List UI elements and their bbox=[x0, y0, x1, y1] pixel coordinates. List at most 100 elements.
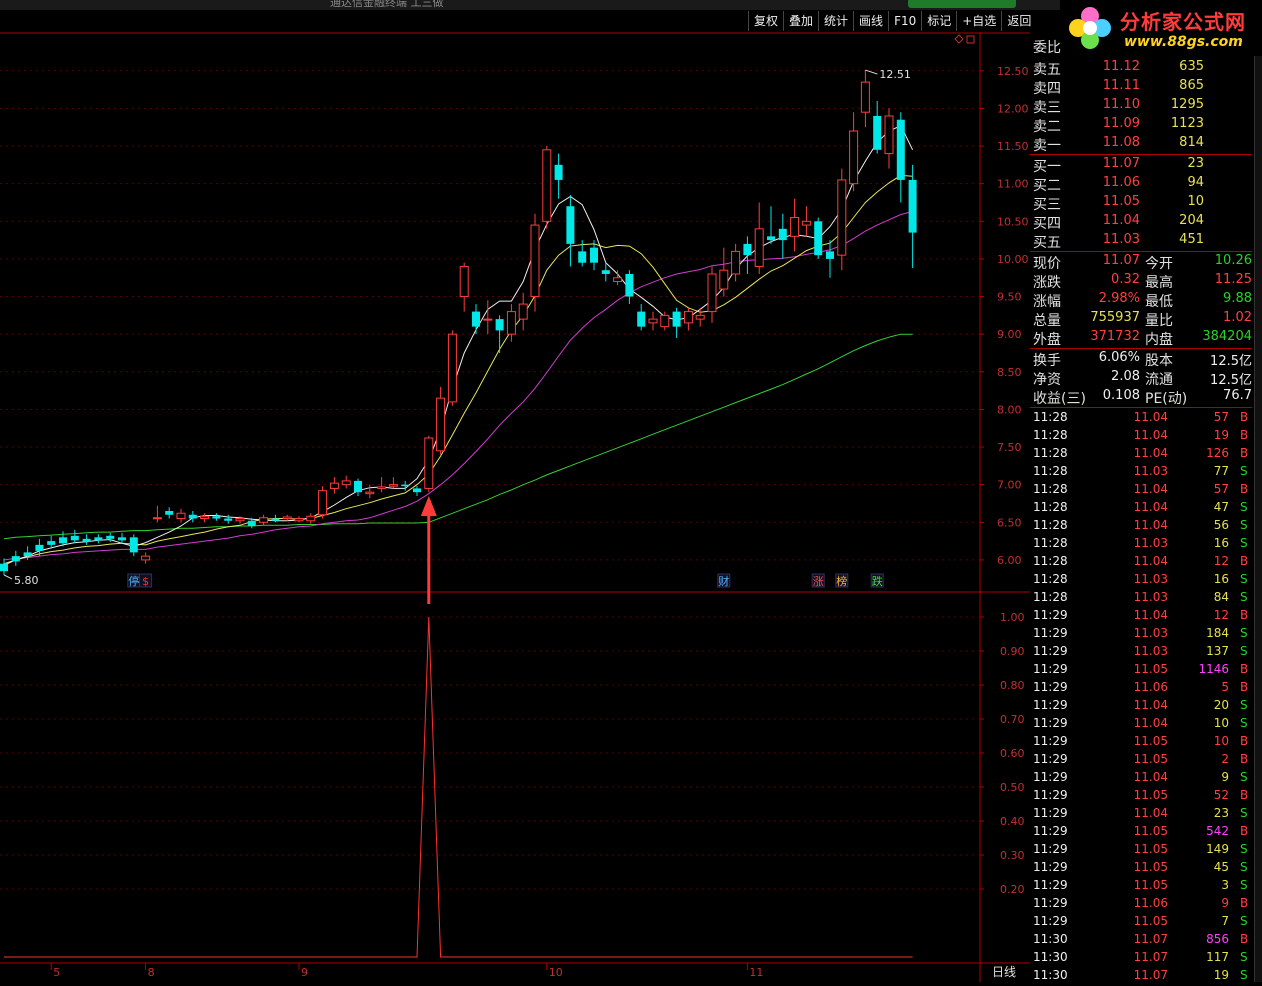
tick-time: 11:28 bbox=[1033, 500, 1068, 514]
candle-body bbox=[129, 537, 138, 553]
tick-time: 11:29 bbox=[1033, 914, 1068, 928]
tick-side: S bbox=[1240, 716, 1248, 730]
candle-body bbox=[896, 119, 905, 180]
tick-volume: 12 bbox=[1213, 554, 1229, 568]
tick-volume: 16 bbox=[1213, 536, 1229, 550]
candle-body bbox=[224, 518, 233, 521]
tick-side: B bbox=[1240, 680, 1249, 694]
tick-volume: 117 bbox=[1206, 950, 1229, 964]
tick-volume: 126 bbox=[1206, 446, 1229, 460]
tick-side: S bbox=[1240, 464, 1248, 478]
price-tick-label: 11.50 bbox=[997, 140, 1029, 153]
finance-value: 12.5亿 bbox=[1210, 354, 1252, 369]
sell-level-price: 11.10 bbox=[1102, 97, 1140, 112]
candle-body bbox=[601, 270, 610, 274]
tick-time: 11:30 bbox=[1033, 950, 1068, 964]
toolbar-zixuan-button[interactable]: +自选 bbox=[956, 11, 1001, 31]
candle-body bbox=[235, 518, 245, 522]
candle-body bbox=[530, 224, 540, 298]
tick-price: 11.05 bbox=[1133, 662, 1168, 676]
price-tick-label: 7.00 bbox=[997, 479, 1022, 492]
panel-scrollbar[interactable] bbox=[1254, 56, 1262, 982]
tick-row: 11:29 11.05 149 S bbox=[1030, 842, 1252, 860]
tick-side: B bbox=[1240, 482, 1249, 496]
sell-level-price: 11.08 bbox=[1102, 135, 1140, 150]
tick-side: B bbox=[1240, 734, 1249, 748]
date-label: 10 bbox=[549, 966, 563, 979]
toolbar-biaoji-button[interactable]: 标记 bbox=[921, 11, 956, 31]
tick-side: B bbox=[1240, 824, 1249, 838]
toolbar-diejia-button[interactable]: 叠加 bbox=[783, 11, 818, 31]
tick-volume: 10 bbox=[1213, 734, 1229, 748]
toolbar-f10-button[interactable]: F10 bbox=[888, 11, 921, 31]
kline-chart[interactable]: 12.50 12.00 11.50 11.00 10.50 10.00 9.50 9.00 8.… bbox=[0, 32, 1030, 982]
tick-time: 11:29 bbox=[1033, 680, 1068, 694]
tick-price: 11.04 bbox=[1133, 428, 1168, 442]
finance-value: 76.7 bbox=[1223, 388, 1252, 403]
tick-volume: 5 bbox=[1221, 680, 1229, 694]
finance-value: 2.08 bbox=[1111, 369, 1140, 384]
quote-row: 现价 11.07 今开 10.26 bbox=[1030, 253, 1252, 272]
buy-level-volume: 10 bbox=[1187, 194, 1204, 209]
tick-side: S bbox=[1240, 500, 1248, 514]
candle-body bbox=[200, 515, 210, 520]
indicator-tick-label: 0.60 bbox=[1000, 747, 1025, 760]
candle-body bbox=[483, 318, 493, 321]
tick-price: 11.05 bbox=[1133, 842, 1168, 856]
candle-body bbox=[707, 273, 717, 313]
tick-price: 11.05 bbox=[1133, 824, 1168, 838]
candle-body bbox=[413, 488, 421, 493]
tick-time: 11:30 bbox=[1033, 968, 1068, 982]
tick-side: S bbox=[1240, 950, 1248, 964]
candle-body bbox=[118, 537, 126, 541]
buy-level-price: 11.06 bbox=[1102, 175, 1140, 190]
candle-body bbox=[141, 555, 151, 561]
candle-body bbox=[388, 484, 398, 487]
tick-volume: 1146 bbox=[1198, 662, 1229, 676]
candle-body bbox=[82, 538, 91, 542]
tick-row: 11:29 11.03 184 S bbox=[1030, 626, 1252, 644]
quote-value: 384204 bbox=[1202, 329, 1252, 344]
candle-body bbox=[165, 510, 174, 515]
tick-volume: 57 bbox=[1213, 482, 1229, 496]
tick-price: 11.04 bbox=[1133, 716, 1168, 730]
event-marker-label: 跌 bbox=[872, 574, 883, 588]
candle-body bbox=[11, 556, 20, 562]
candle-body bbox=[35, 544, 44, 551]
tick-volume: 856 bbox=[1206, 932, 1229, 946]
tick-price: 11.04 bbox=[1133, 446, 1168, 460]
toolbar-fuquan-button[interactable]: 复权 bbox=[748, 11, 783, 31]
candle-body bbox=[329, 482, 339, 489]
tick-side: B bbox=[1240, 446, 1249, 460]
buy-level-label: 买四 bbox=[1033, 216, 1061, 232]
quote-value: 755937 bbox=[1090, 310, 1140, 325]
candle-body bbox=[554, 164, 563, 180]
toolbar-tongji-button[interactable]: 统计 bbox=[818, 11, 853, 31]
candle-body bbox=[672, 311, 681, 327]
candle-body bbox=[743, 243, 752, 256]
buy-level-label: 买五 bbox=[1033, 235, 1061, 251]
indicator-tick-label: 0.20 bbox=[1000, 883, 1025, 896]
logo-title: 分析家公式网 bbox=[1120, 10, 1246, 34]
tick-time: 11:28 bbox=[1033, 518, 1068, 532]
sell-level-volume: 865 bbox=[1179, 78, 1204, 93]
finance-label: 净资 bbox=[1033, 372, 1061, 388]
quote-label: 总量 bbox=[1033, 313, 1061, 329]
candle-body bbox=[106, 535, 115, 539]
status-indicator[interactable] bbox=[908, 0, 1016, 8]
tick-price: 11.07 bbox=[1133, 932, 1168, 946]
candle-body bbox=[424, 437, 434, 489]
low-marker-line bbox=[3, 574, 13, 580]
tick-side: S bbox=[1240, 770, 1248, 784]
candle-body bbox=[790, 217, 800, 237]
tick-volume: 9 bbox=[1221, 896, 1229, 910]
candle-body bbox=[495, 319, 504, 331]
tick-side: B bbox=[1240, 608, 1249, 622]
tick-row: 11:28 11.04 12 B bbox=[1030, 554, 1252, 572]
tick-row: 11:28 11.04 56 S bbox=[1030, 518, 1252, 536]
tick-row: 11:29 11.04 10 S bbox=[1030, 716, 1252, 734]
toolbar-fanhui-button[interactable]: 返回 bbox=[1001, 11, 1036, 31]
toolbar-huaxian-button[interactable]: 画线 bbox=[853, 11, 888, 31]
tick-time: 11:29 bbox=[1033, 878, 1068, 892]
finance-row: 收益(三) 0.108 PE(动) 76.7 bbox=[1030, 388, 1252, 407]
